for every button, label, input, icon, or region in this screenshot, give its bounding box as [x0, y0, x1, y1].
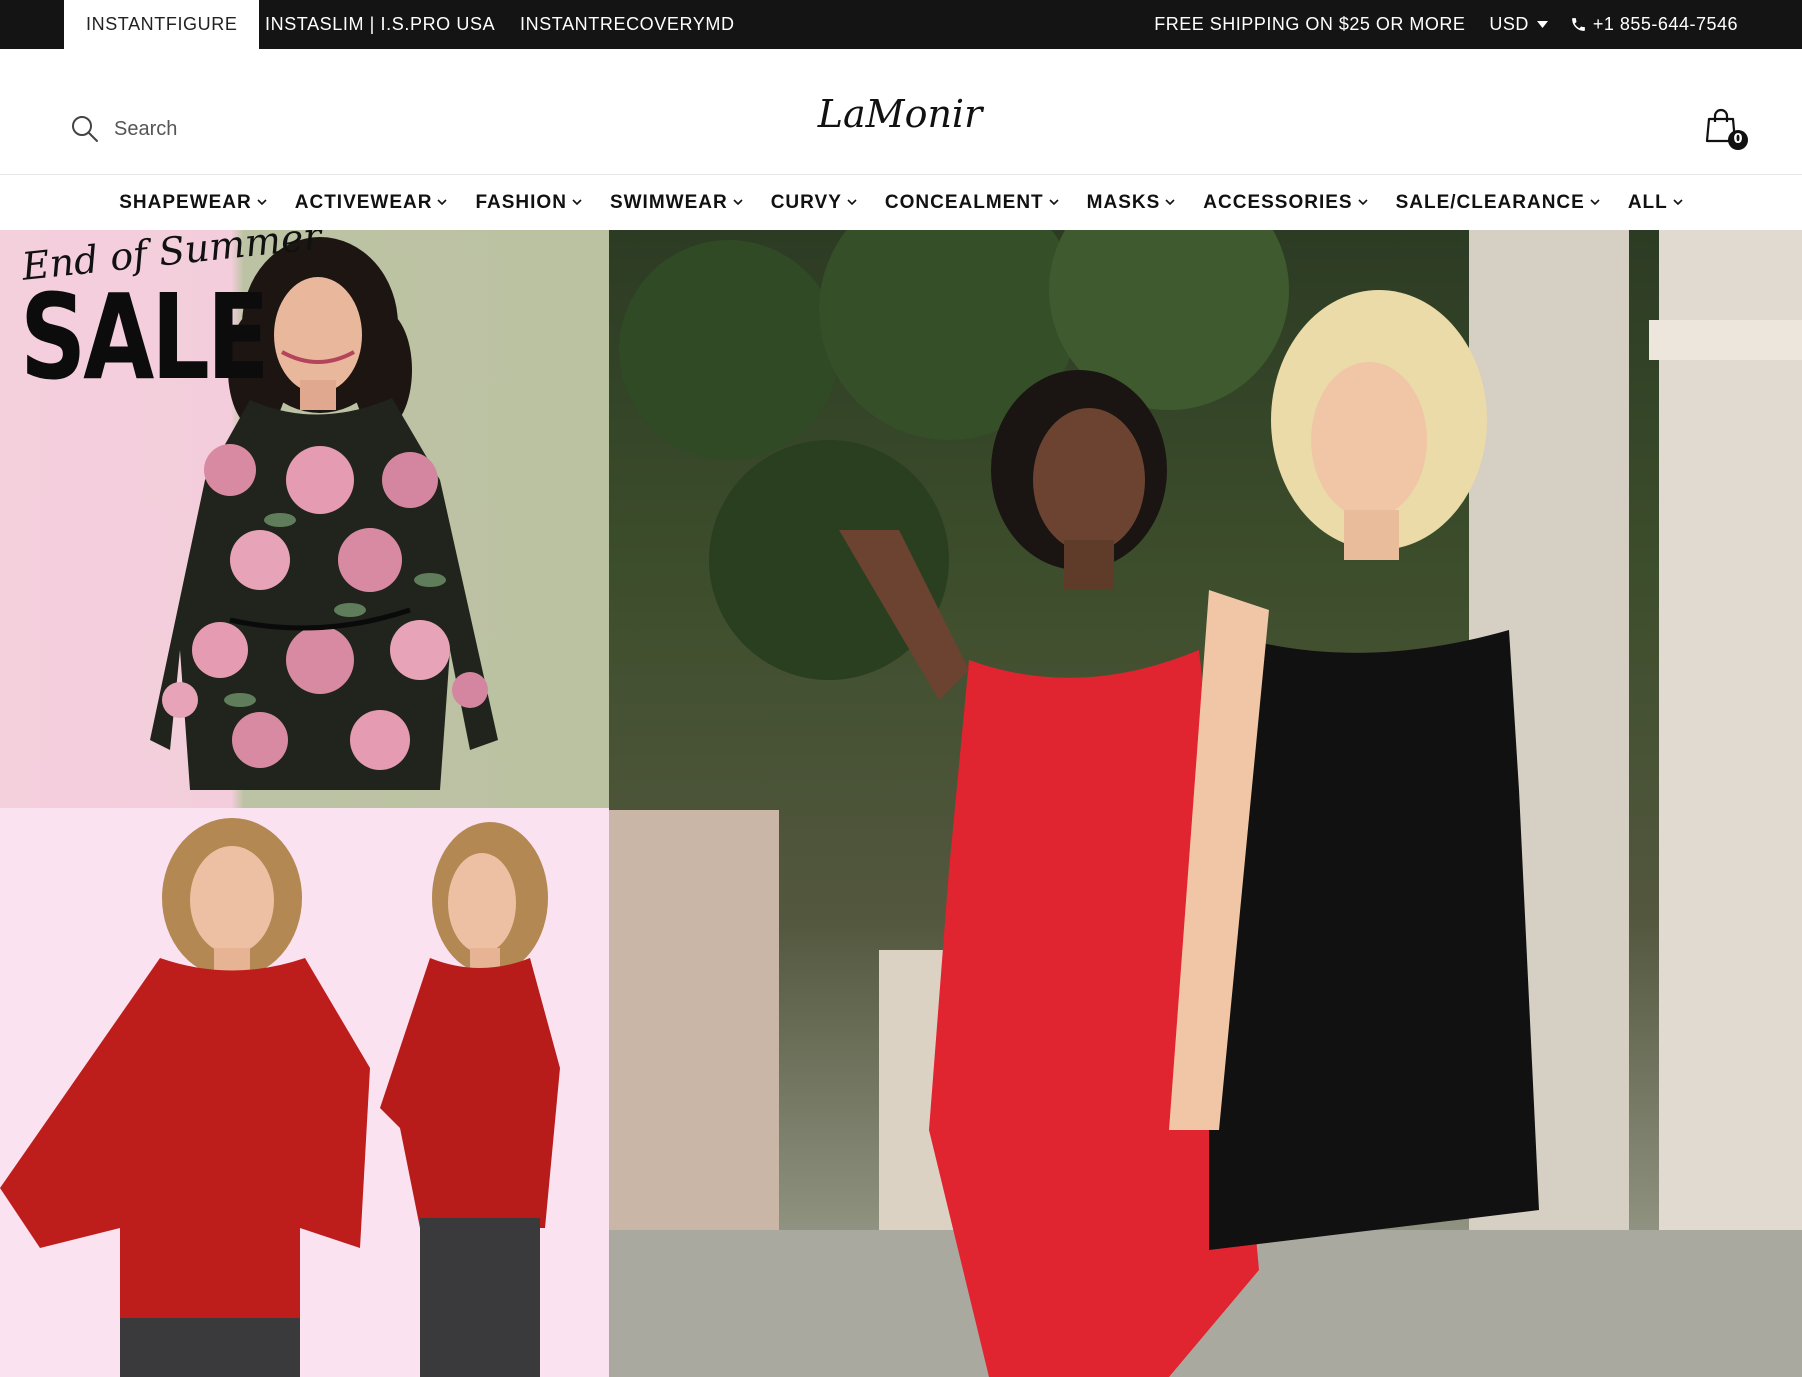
- nav-item-label: ACTIVEWEAR: [294, 191, 433, 213]
- hero-dress-banner[interactable]: [609, 230, 1802, 1377]
- search-input[interactable]: [114, 117, 414, 141]
- cart-count-badge: 0: [1728, 130, 1748, 150]
- lamonir-logo[interactable]: LaMonir: [800, 85, 1000, 145]
- nav-item-label: CURVY: [770, 191, 842, 213]
- topbar-right-group: FREE SHIPPING ON $25 OR MORE USD +1 855-…: [1154, 0, 1738, 49]
- nav-item-label: ALL: [1627, 191, 1668, 213]
- nav-item-curvy[interactable]: CURVY: [771, 192, 857, 214]
- cart-button[interactable]: 0: [1704, 107, 1750, 153]
- phone-link[interactable]: +1 855-644-7546: [1570, 14, 1738, 35]
- nav-item-label: MASKS: [1086, 191, 1161, 213]
- caret-down-icon: [1536, 21, 1548, 28]
- nav-item-activewear[interactable]: ACTIVEWEAR: [295, 192, 448, 214]
- red-capelet-tops-banner[interactable]: [0, 808, 609, 1377]
- models-red-capelet-image: [0, 818, 560, 1377]
- chevron-down-icon: [1049, 199, 1059, 206]
- store-tab-instantrecoverymd[interactable]: INSTANTRECOVERYMD: [520, 0, 735, 49]
- top-utility-bar: INSTANTFIGURE INSTASLIM | I.S.PRO USA IN…: [0, 0, 1802, 49]
- nav-item-shapewear[interactable]: SHAPEWEAR: [119, 192, 267, 214]
- chevron-down-icon: [1358, 199, 1368, 206]
- logo-text: LaMonir: [817, 92, 985, 136]
- nav-item-label: FASHION: [475, 191, 567, 213]
- nav-item-accessories[interactable]: ACCESSORIES: [1203, 191, 1368, 214]
- chevron-down-icon: [1165, 199, 1175, 206]
- main-nav: SHAPEWEAR ACTIVEWEAR FASHION SWIMWEAR CU…: [0, 175, 1802, 230]
- sale-headline: SALE: [20, 268, 270, 406]
- nav-item-label: SALE/CLEARANCE: [1395, 191, 1585, 213]
- nav-item-label: SWIMWEAR: [609, 191, 728, 213]
- chevron-down-icon: [847, 199, 857, 206]
- nav-item-fashion[interactable]: FASHION: [475, 191, 582, 214]
- currency-label: USD: [1489, 14, 1529, 34]
- search-icon: [72, 116, 98, 142]
- search-box[interactable]: [70, 109, 470, 149]
- models-red-black-dresses-image: [609, 230, 1802, 1377]
- nav-item-sale-clearance[interactable]: SALE/CLEARANCE: [1396, 192, 1600, 214]
- nav-item-label: SHAPEWEAR: [119, 191, 252, 213]
- nav-item-masks[interactable]: MASKS: [1087, 192, 1176, 214]
- chevron-down-icon: [1590, 199, 1600, 206]
- nav-item-all[interactable]: ALL: [1628, 192, 1683, 214]
- store-tab-instantfigure[interactable]: INSTANTFIGURE: [64, 0, 260, 49]
- store-tab-instaslim[interactable]: INSTASLIM | I.S.PRO USA: [265, 0, 495, 49]
- nav-item-concealment[interactable]: CONCEALMENT: [885, 192, 1059, 214]
- phone-number: +1 855-644-7546: [1592, 14, 1738, 34]
- nav-item-label: ACCESSORIES: [1203, 191, 1353, 213]
- chevron-down-icon: [1673, 199, 1683, 206]
- chevron-down-icon: [733, 199, 743, 206]
- chevron-down-icon: [572, 199, 582, 206]
- nav-item-swimwear[interactable]: SWIMWEAR: [610, 192, 743, 214]
- chevron-down-icon: [257, 199, 267, 206]
- nav-item-label: CONCEALMENT: [884, 191, 1044, 213]
- chevron-down-icon: [437, 199, 448, 206]
- currency-selector[interactable]: USD: [1489, 14, 1548, 35]
- end-of-summer-sale-banner[interactable]: End of Summer SALE: [0, 230, 609, 808]
- phone-icon: [1572, 18, 1585, 31]
- site-header: LaMonir 0: [0, 49, 1802, 175]
- free-shipping-promo: FREE SHIPPING ON $25 OR MORE: [1154, 14, 1466, 34]
